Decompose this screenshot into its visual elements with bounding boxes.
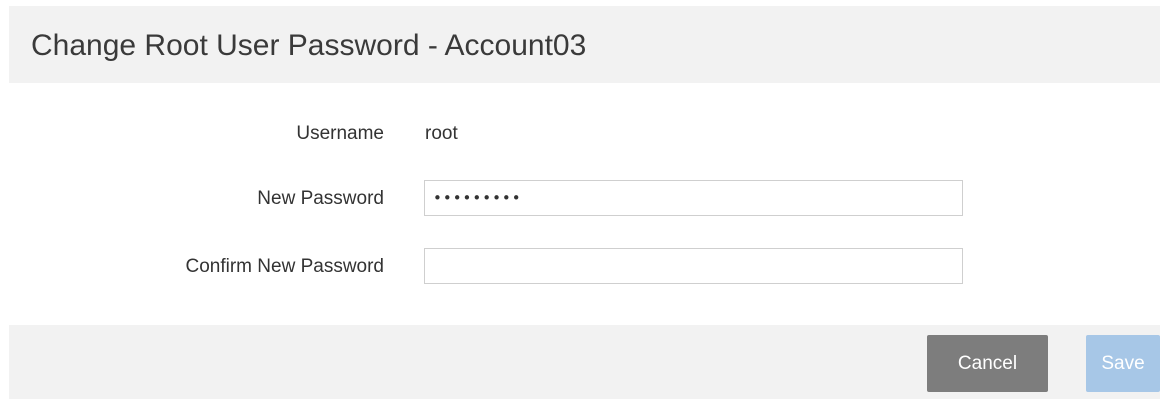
username-value: root: [425, 123, 458, 144]
confirm-password-label: Confirm New Password: [185, 256, 385, 277]
new-password-input[interactable]: [424, 180, 963, 216]
username-row: Username root: [0, 114, 1160, 154]
dialog-body: Username root New Password Confirm New P…: [0, 83, 1160, 325]
new-password-row: New Password: [0, 179, 1160, 219]
cancel-button[interactable]: Cancel: [927, 335, 1048, 392]
new-password-label: New Password: [257, 188, 384, 209]
dialog-title: Change Root User Password - Account03: [31, 29, 587, 62]
confirm-password-input[interactable]: [424, 248, 963, 284]
save-button[interactable]: Save: [1086, 335, 1160, 392]
username-label: Username: [296, 123, 384, 144]
dialog-header: Change Root User Password - Account03: [9, 6, 1160, 83]
confirm-password-row: Confirm New Password: [0, 247, 1160, 287]
change-password-dialog: Change Root User Password - Account03 Us…: [0, 0, 1160, 399]
dialog-footer: Cancel Save: [9, 325, 1160, 399]
